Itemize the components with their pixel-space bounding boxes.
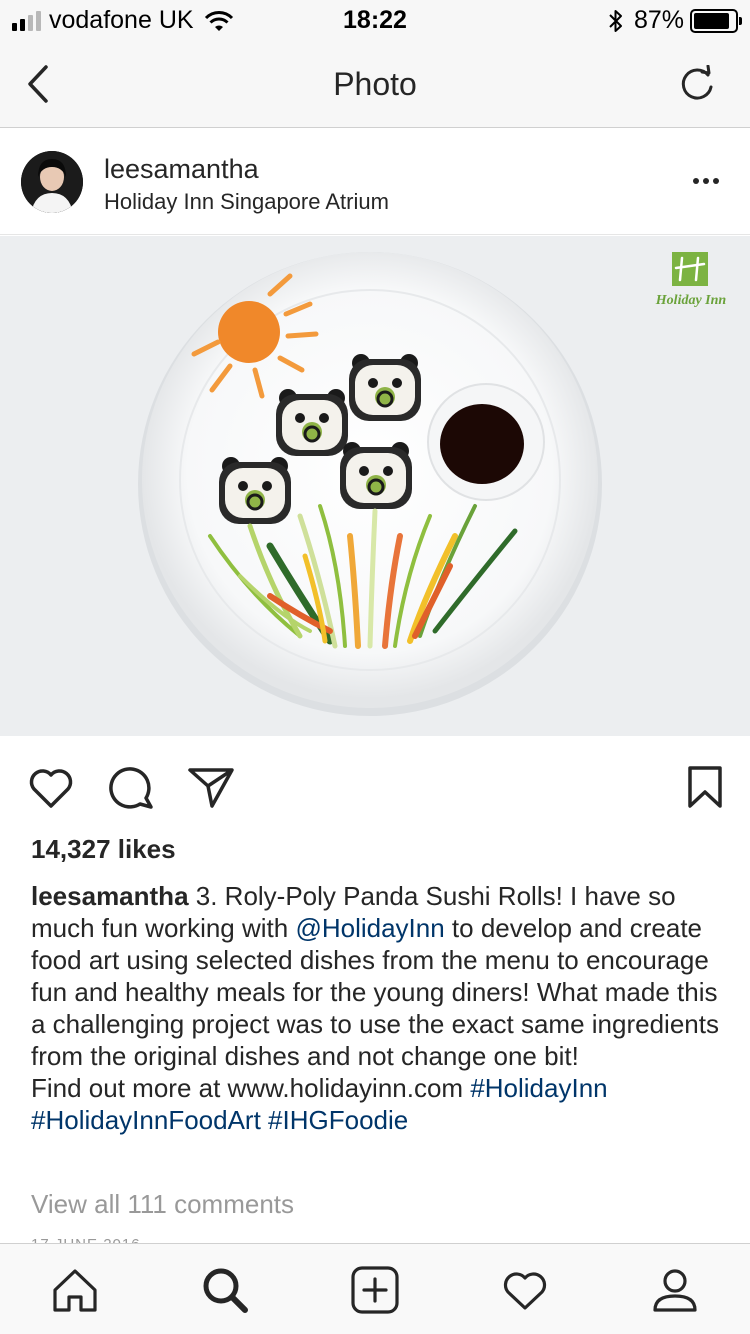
battery-percent: 87% <box>633 6 684 34</box>
soy-sauce-dish <box>427 383 545 501</box>
nav-bar: Photo <box>0 40 750 128</box>
profile-icon[interactable] <box>651 1266 699 1314</box>
post-caption: leesamantha 3. Roly-Poly Panda Sushi Rol… <box>31 880 721 1136</box>
food-art-illustration <box>0 236 750 736</box>
view-all-comments-link[interactable]: View all 111 comments <box>31 1189 294 1220</box>
battery-icon <box>690 8 742 33</box>
post-date: 17 JUNE 2016 <box>31 1234 141 1243</box>
battery-fill <box>694 12 729 29</box>
search-icon[interactable] <box>201 1266 249 1314</box>
share-icon[interactable] <box>186 762 236 812</box>
post-location[interactable]: Holiday Inn Singapore Atrium <box>104 189 389 215</box>
post-header: leesamantha Holiday Inn Singapore Atrium <box>0 129 750 235</box>
tab-bar <box>0 1243 750 1334</box>
refresh-icon[interactable] <box>678 65 716 103</box>
post-photo[interactable]: Holiday Inn <box>0 236 750 736</box>
caption-mention-link[interactable]: @HolidayInn <box>295 913 444 943</box>
add-post-icon[interactable] <box>351 1266 399 1314</box>
holiday-inn-logo: Holiday Inn <box>655 252 727 308</box>
hashtag-ihgfoodie[interactable]: #IHGFoodie <box>268 1105 408 1135</box>
home-icon[interactable] <box>51 1266 99 1314</box>
bluetooth-icon <box>609 9 622 32</box>
more-options-icon[interactable] <box>692 177 720 185</box>
caption-find-out-more: Find out more at www.holidayinn.com <box>31 1073 471 1103</box>
avatar[interactable] <box>21 151 83 213</box>
post-username[interactable]: leesamantha <box>104 154 259 185</box>
post-actions <box>0 752 750 822</box>
bookmark-icon[interactable] <box>680 762 730 812</box>
caption-username[interactable]: leesamantha <box>31 881 189 911</box>
status-bar: vodafone UK 18:22 87% <box>0 0 750 40</box>
page-title: Photo <box>333 66 417 102</box>
like-count[interactable]: 14,327 likes <box>31 834 176 865</box>
hashtag-holidayinn[interactable]: #HolidayInn <box>470 1073 607 1103</box>
like-heart-icon[interactable] <box>26 762 76 812</box>
hashtag-holidayinnfoodart[interactable]: #HolidayInnFoodArt <box>31 1105 261 1135</box>
holiday-inn-logo-text: Holiday Inn <box>655 293 727 308</box>
comment-icon[interactable] <box>106 762 156 812</box>
activity-heart-icon[interactable] <box>501 1266 549 1314</box>
